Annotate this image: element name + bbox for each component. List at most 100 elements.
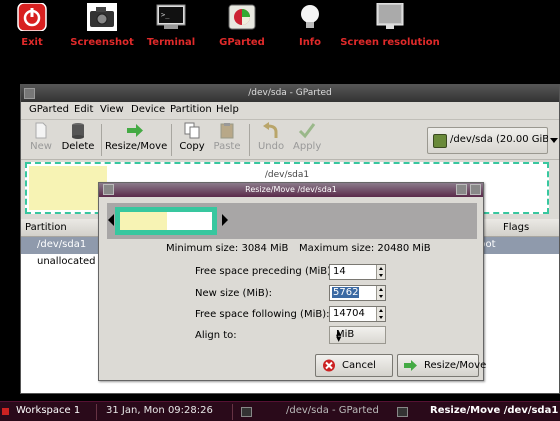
updown-arrows-icon: ▲ ▼ <box>336 329 342 343</box>
toolbar-separator <box>101 124 102 156</box>
copy-icon <box>184 122 200 139</box>
maximum-size: Maximum size: 20480 MiB <box>299 243 431 254</box>
gparted-icon <box>228 4 256 30</box>
right-resize-handle[interactable] <box>222 214 228 226</box>
resize-move-icon <box>404 360 417 371</box>
following-spinbox[interactable]: 14704 <box>329 306 386 322</box>
column-flags[interactable]: Flags <box>503 222 529 233</box>
pager-icon[interactable] <box>2 408 9 415</box>
spin-down-icon <box>379 274 383 277</box>
menu-device[interactable]: Device <box>131 104 165 115</box>
cancel-icon <box>323 359 335 372</box>
spin-buttons[interactable] <box>376 286 385 300</box>
new-size-spinbox[interactable]: 5762 <box>329 285 386 301</box>
spin-down-icon <box>379 316 383 319</box>
undo-icon <box>263 122 278 138</box>
delete-label: Delete <box>61 141 95 152</box>
disk-map-label: /dev/sda1 <box>264 170 310 180</box>
launcher-screen-resolution[interactable]: Screen resolution <box>340 0 440 52</box>
partition-used-space <box>120 212 167 230</box>
spin-down-icon <box>379 295 383 298</box>
spin-up-icon <box>379 267 383 270</box>
partition-block[interactable] <box>115 207 217 235</box>
dialog-title: Resize/Move /dev/sda1 <box>245 185 337 194</box>
column-partition[interactable]: Partition <box>25 222 67 233</box>
toolbar-separator <box>249 124 250 156</box>
dialog-menu-button[interactable] <box>103 184 114 195</box>
launcher-label: Screen resolution <box>340 37 440 48</box>
taskbar-task-resize-move[interactable]: Resize/Move /dev/sda1 <box>430 405 558 416</box>
new-size-value: 5762 <box>332 287 360 298</box>
resize-move-icon <box>127 124 143 137</box>
partition-resize-slider[interactable] <box>107 203 477 239</box>
resize-move-confirm-label: Resize/Move <box>424 360 487 371</box>
window-titlebar[interactable]: /dev/sda - GParted <box>21 85 559 102</box>
launcher-terminal[interactable]: >_ Terminal <box>131 0 211 52</box>
menu-partition[interactable]: Partition <box>170 104 212 115</box>
spin-up-icon <box>379 288 383 291</box>
dialog-window-icon <box>397 407 408 417</box>
spin-up-icon <box>379 309 383 312</box>
device-selector[interactable]: /dev/sda (20.00 GiB) <box>427 127 553 154</box>
undo-label: Undo <box>257 141 285 152</box>
checkmark-icon <box>298 123 316 139</box>
preceding-spinbox[interactable]: 14 <box>329 264 386 280</box>
toolbar-separator <box>171 124 172 156</box>
preceding-label: Free space preceding (MiB): <box>195 266 335 277</box>
dialog-titlebar[interactable]: Resize/Move /dev/sda1 <box>99 183 483 197</box>
resize-move-button[interactable]: Resize/Move <box>105 122 167 158</box>
taskbar-task-gparted[interactable]: /dev/sda - GParted <box>286 405 379 416</box>
following-label: Free space following (MiB): <box>195 309 330 320</box>
copy-label: Copy <box>179 141 205 152</box>
launcher-info[interactable]: Info <box>270 0 350 52</box>
gparted-window-icon <box>241 407 252 417</box>
window-title: /dev/sda - GParted <box>248 88 332 98</box>
left-resize-handle[interactable] <box>108 214 114 226</box>
align-label: Align to: <box>195 330 237 341</box>
lightbulb-icon <box>301 5 319 28</box>
camera-icon <box>87 3 117 31</box>
dialog-close-button[interactable] <box>470 184 481 195</box>
menu-help[interactable]: Help <box>216 104 239 115</box>
new-button[interactable]: New <box>27 122 55 158</box>
launcher-label: Screenshot <box>70 37 134 48</box>
menu-edit[interactable]: Edit <box>74 104 93 115</box>
resize-move-dialog: Resize/Move /dev/sda1 Minimum size: 3084… <box>98 182 486 381</box>
spin-buttons[interactable] <box>376 307 385 321</box>
following-value: 14704 <box>333 308 365 319</box>
chevron-down-icon <box>550 138 558 143</box>
apply-button[interactable]: Apply <box>293 122 321 158</box>
power-icon <box>17 3 47 31</box>
paste-button[interactable]: Paste <box>212 122 242 158</box>
clock: 31 Jan, Mon 09:28:26 <box>106 405 213 416</box>
dialog-minimize-button[interactable] <box>456 184 467 195</box>
minimum-size: Minimum size: 3084 MiB <box>166 243 289 254</box>
menubar: GParted Edit View Device Partition Help <box>21 102 559 120</box>
new-document-icon <box>35 122 47 139</box>
menu-view[interactable]: View <box>100 104 124 115</box>
window-menu-button[interactable] <box>24 88 35 99</box>
cancel-label: Cancel <box>342 360 376 371</box>
new-label: New <box>30 141 52 152</box>
copy-button[interactable]: Copy <box>178 122 206 158</box>
menu-gparted[interactable]: GParted <box>29 104 69 115</box>
cancel-button[interactable]: Cancel <box>315 354 393 377</box>
workspace-label[interactable]: Workspace 1 <box>16 405 80 416</box>
delete-icon <box>72 123 84 139</box>
align-select[interactable]: MiB ▲ ▼ <box>329 326 386 344</box>
delete-button[interactable]: Delete <box>61 122 95 158</box>
terminal-icon: >_ <box>156 4 186 29</box>
resize-move-confirm-button[interactable]: Resize/Move <box>397 354 486 377</box>
preceding-value: 14 <box>333 266 346 277</box>
hard-disk-icon <box>433 134 447 148</box>
launcher-label: Info <box>298 37 322 48</box>
spin-buttons[interactable] <box>376 265 385 279</box>
monitor-icon <box>376 3 404 29</box>
apply-label: Apply <box>293 141 322 152</box>
device-selector-label: /dev/sda (20.00 GiB) <box>450 134 554 145</box>
svg-text:>_: >_ <box>161 11 170 19</box>
row-partition: /dev/sda1 <box>37 239 87 250</box>
device-dropdown-arrow[interactable] <box>548 127 559 154</box>
launcher-screenshot[interactable]: Screenshot <box>62 0 142 52</box>
undo-button[interactable]: Undo <box>257 122 285 158</box>
